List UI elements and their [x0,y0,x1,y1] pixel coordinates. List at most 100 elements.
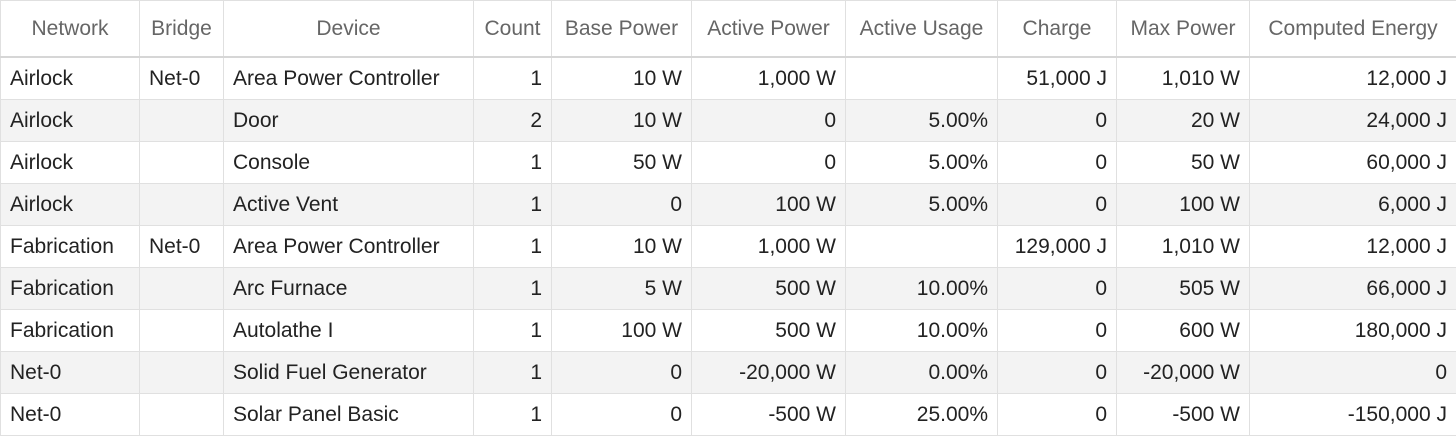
device-cell: Door [223,99,474,142]
count-cell: 2 [473,99,552,142]
table-body: Airlock Net-0 Area Power Controller 1 10 W 1,… [0,56,1456,436]
network-cell: Fabrication [0,309,140,352]
active-usage-cell: 10.00% [845,309,998,352]
count-cell: 1 [473,393,552,436]
charge-cell: 0 [997,267,1117,310]
charge-cell: 0 [997,393,1117,436]
column-header-base-power[interactable]: Base Power [551,0,692,58]
network-cell: Airlock [0,56,140,100]
device-cell: Area Power Controller [223,56,474,100]
computed-energy-cell: 12,000 J [1249,56,1456,100]
device-cell: Console [223,141,474,184]
column-header-network[interactable]: Network [0,0,140,58]
active-power-cell: -20,000 W [691,351,846,394]
active-power-cell: -500 W [691,393,846,436]
table-row[interactable]: Airlock Door 2 10 W 0 5.00% 0 20 W 24,000 J [0,99,1456,142]
network-cell: Net-0 [0,393,140,436]
base-power-cell: 0 [551,351,692,394]
active-power-cell: 1,000 W [691,225,846,268]
table-row[interactable]: Fabrication Net-0 Area Power Controller 1 10… [0,225,1456,268]
table-row[interactable]: Airlock Net-0 Area Power Controller 1 10 W 1,… [0,56,1456,100]
charge-cell: 0 [997,309,1117,352]
count-cell: 1 [473,141,552,184]
charge-cell: 0 [997,99,1117,142]
table-row[interactable]: Net-0 Solar Panel Basic 1 0 -500 W 25.00% 0 -50… [0,393,1456,436]
bridge-cell [139,141,224,184]
active-usage-cell: 5.00% [845,99,998,142]
max-power-cell: 50 W [1116,141,1250,184]
network-cell: Airlock [0,183,140,226]
bridge-cell: Net-0 [139,56,224,100]
active-usage-cell: 25.00% [845,393,998,436]
bridge-cell [139,393,224,436]
device-cell: Solid Fuel Generator [223,351,474,394]
bridge-cell [139,183,224,226]
active-usage-cell: 0.00% [845,351,998,394]
count-cell: 1 [473,183,552,226]
bridge-cell [139,99,224,142]
count-cell: 1 [473,225,552,268]
network-cell: Fabrication [0,225,140,268]
bridge-cell [139,309,224,352]
active-usage-cell: 10.00% [845,267,998,310]
charge-cell: 0 [997,351,1117,394]
base-power-cell: 10 W [551,56,692,100]
active-usage-cell: 5.00% [845,141,998,184]
device-cell: Solar Panel Basic [223,393,474,436]
charge-cell: 51,000 J [997,56,1117,100]
base-power-cell: 10 W [551,99,692,142]
base-power-cell: 10 W [551,225,692,268]
table-row[interactable]: Airlock Console 1 50 W 0 5.00% 0 50 W 60,000 J [0,141,1456,184]
column-header-active-power[interactable]: Active Power [691,0,846,58]
bridge-cell [139,267,224,310]
count-cell: 1 [473,351,552,394]
active-usage-cell: 5.00% [845,183,998,226]
max-power-cell: -20,000 W [1116,351,1250,394]
max-power-cell: 505 W [1116,267,1250,310]
column-header-count[interactable]: Count [473,0,552,58]
network-cell: Fabrication [0,267,140,310]
computed-energy-cell: 6,000 J [1249,183,1456,226]
header-row: Network Bridge Device Count Base Power A… [0,0,1456,58]
table-row[interactable]: Fabrication Arc Furnace 1 5 W 500 W 10.00% 0 50… [0,267,1456,310]
max-power-cell: 1,010 W [1116,56,1250,100]
computed-energy-cell: 66,000 J [1249,267,1456,310]
computed-energy-cell: 180,000 J [1249,309,1456,352]
base-power-cell: 0 [551,183,692,226]
bridge-cell: Net-0 [139,225,224,268]
computed-energy-cell: 0 [1249,351,1456,394]
count-cell: 1 [473,56,552,100]
count-cell: 1 [473,309,552,352]
charge-cell: 129,000 J [997,225,1117,268]
computed-energy-cell: 60,000 J [1249,141,1456,184]
max-power-cell: 20 W [1116,99,1250,142]
network-cell: Airlock [0,141,140,184]
column-header-computed-energy[interactable]: Computed Energy [1249,0,1456,58]
column-header-max-power[interactable]: Max Power [1116,0,1250,58]
computed-energy-cell: -150,000 J [1249,393,1456,436]
device-cell: Active Vent [223,183,474,226]
device-cell: Arc Furnace [223,267,474,310]
active-power-cell: 100 W [691,183,846,226]
max-power-cell: 1,010 W [1116,225,1250,268]
column-header-bridge[interactable]: Bridge [139,0,224,58]
device-cell: Area Power Controller [223,225,474,268]
charge-cell: 0 [997,183,1117,226]
max-power-cell: 600 W [1116,309,1250,352]
table-row[interactable]: Net-0 Solid Fuel Generator 1 0 -20,000 W 0.00… [0,351,1456,394]
device-cell: Autolathe I [223,309,474,352]
charge-cell: 0 [997,141,1117,184]
active-power-cell: 500 W [691,267,846,310]
column-header-active-usage[interactable]: Active Usage [845,0,998,58]
table-row[interactable]: Fabrication Autolathe I 1 100 W 500 W 10.00% 0… [0,309,1456,352]
base-power-cell: 0 [551,393,692,436]
max-power-cell: 100 W [1116,183,1250,226]
table-row[interactable]: Airlock Active Vent 1 0 100 W 5.00% 0 100 W 6,00… [0,183,1456,226]
bridge-cell [139,351,224,394]
computed-energy-cell: 24,000 J [1249,99,1456,142]
column-header-charge[interactable]: Charge [997,0,1117,58]
base-power-cell: 100 W [551,309,692,352]
column-header-device[interactable]: Device [223,0,474,58]
network-cell: Airlock [0,99,140,142]
active-power-cell: 0 [691,141,846,184]
